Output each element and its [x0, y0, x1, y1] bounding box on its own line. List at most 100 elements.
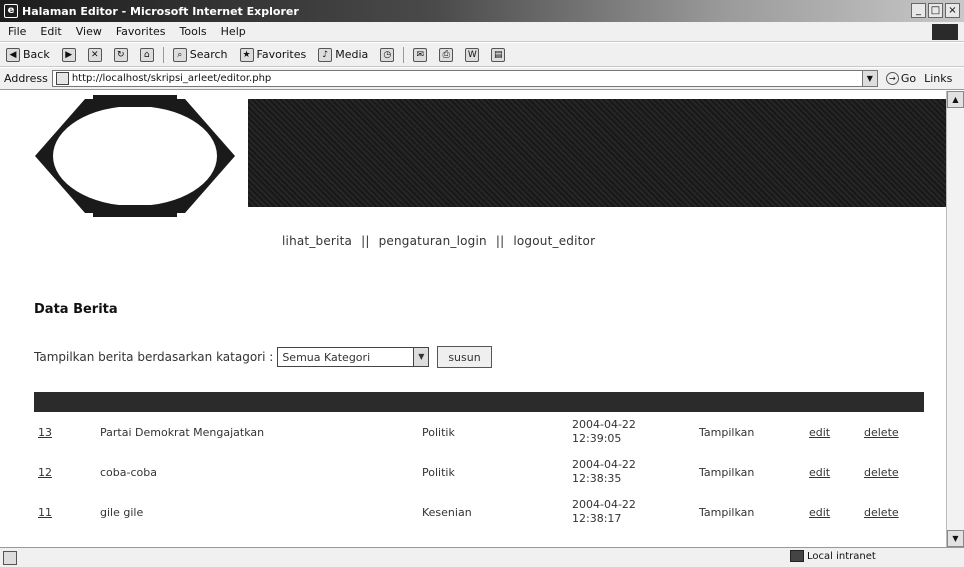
header-banner [248, 99, 946, 207]
discuss-icon: ▤ [491, 47, 506, 62]
delete-link[interactable]: delete [864, 426, 899, 439]
tanggal-time: 12:39:05 [572, 432, 622, 445]
intranet-icon [790, 550, 804, 562]
cell-judul: gile gile [100, 505, 144, 519]
scroll-up-icon[interactable]: ▲ [947, 91, 964, 108]
minimize-button[interactable]: _ [911, 3, 926, 18]
back-arrow-icon: ◀ [6, 47, 20, 62]
menu-file[interactable]: File [0, 25, 33, 38]
category-select-value: Semua Kategori [282, 350, 371, 364]
home-button[interactable]: ⌂ [134, 47, 160, 62]
mail-button[interactable]: ✉ [407, 47, 433, 62]
cell-status: Tampilkan [699, 505, 755, 519]
id-link[interactable]: 12 [38, 466, 52, 479]
table-header-row [34, 392, 924, 412]
cell-tanggal: 2004-04-22 12:38:35 [568, 452, 695, 492]
refresh-button[interactable]: ↻ [108, 47, 134, 62]
id-link[interactable]: 13 [38, 426, 52, 439]
cell-status: Tampilkan [699, 465, 755, 479]
cell-tanggal: 2004-04-22 12:39:05 [568, 412, 695, 452]
favorites-label: Favorites [256, 48, 307, 61]
favorites-button[interactable]: ★ Favorites [234, 47, 313, 62]
cell-delete: delete [860, 492, 924, 532]
nav-separator: || [495, 234, 505, 248]
top-navigation: lihat_berita || pengaturan_login || logo… [282, 234, 595, 248]
cell-edit: edit [805, 412, 860, 452]
delete-link[interactable]: delete [864, 506, 899, 519]
close-button[interactable]: × [945, 3, 960, 18]
discuss-button[interactable]: ▤ [485, 47, 511, 62]
site-logo [35, 95, 235, 217]
category-select[interactable]: Semua Kategori ▼ [277, 347, 430, 367]
menu-edit[interactable]: Edit [33, 25, 68, 38]
ie-icon: e [4, 4, 18, 18]
back-button[interactable]: ◀ Back [0, 47, 56, 62]
category-filter: Tampilkan berita berdasarkan katagori : … [34, 346, 492, 368]
media-icon: ♪ [318, 47, 333, 62]
mail-icon: ✉ [413, 47, 428, 62]
history-button[interactable]: ◷ [374, 47, 400, 62]
stop-icon: ✕ [87, 47, 102, 62]
table-header-cell [418, 392, 568, 412]
menu-favorites[interactable]: Favorites [109, 25, 173, 38]
edit-page-button[interactable]: W [459, 47, 485, 62]
table-row: 13 Partai Demokrat Mengajatkan Politik 2… [34, 412, 924, 452]
table-header-cell [34, 392, 96, 412]
go-button[interactable]: → Go [885, 72, 916, 85]
print-icon: ⎙ [439, 47, 454, 62]
susun-button[interactable]: susun [437, 346, 492, 368]
logo-top-bar [93, 95, 177, 107]
media-label: Media [335, 48, 369, 61]
cell-judul: coba-coba [100, 465, 157, 479]
edit-link[interactable]: edit [809, 506, 830, 519]
edit-link[interactable]: edit [809, 426, 830, 439]
cell-id: 11 [34, 492, 96, 532]
links-button[interactable]: Links [924, 72, 952, 85]
maximize-button[interactable]: □ [928, 3, 943, 18]
table-header-cell [96, 392, 418, 412]
nav-lihat-berita[interactable]: lihat_berita [282, 234, 352, 248]
page-title: Data Berita [34, 302, 118, 317]
chevron-down-icon: ▼ [413, 348, 429, 366]
tanggal-time: 12:38:35 [572, 472, 622, 485]
nav-pengaturan-login[interactable]: pengaturan_login [379, 234, 487, 248]
menu-view[interactable]: View [69, 25, 109, 38]
nav-logout-editor[interactable]: logout_editor [513, 234, 595, 248]
standard-toolbar: ◀ Back ▶ ✕ ↻ ⌂ ⌕ Search ★ Favorites ♪ Me… [0, 43, 964, 67]
media-button[interactable]: ♪ Media [312, 47, 374, 62]
logo-center-ellipse [53, 106, 217, 206]
cell-status: Tampilkan [699, 425, 755, 439]
cell-id: 13 [34, 412, 96, 452]
cell-edit: edit [805, 452, 860, 492]
filter-label: Tampilkan berita berdasarkan katagori : [34, 350, 274, 364]
table-row: 11 gile gile Kesenian 2004-04-22 12:38:1… [34, 492, 924, 532]
address-input[interactable]: http://localhost/skripsi_arleet/editor.p… [51, 70, 878, 87]
search-button[interactable]: ⌕ Search [167, 47, 234, 62]
edit-page-icon: W [465, 47, 480, 62]
scroll-down-icon[interactable]: ▼ [947, 530, 964, 547]
edit-link[interactable]: edit [809, 466, 830, 479]
search-icon: ⌕ [172, 47, 187, 62]
id-link[interactable]: 11 [38, 506, 52, 519]
windows-logo-icon [932, 24, 958, 40]
cell-id: 12 [34, 452, 96, 492]
address-label: Address [4, 72, 48, 85]
stop-button[interactable]: ✕ [82, 47, 108, 62]
forward-button[interactable]: ▶ [56, 47, 82, 62]
tanggal-date: 2004-04-22 [572, 458, 636, 471]
print-button[interactable]: ⎙ [433, 47, 459, 62]
vertical-scrollbar[interactable]: ▲ ▼ [946, 91, 964, 547]
menu-tools[interactable]: Tools [173, 25, 214, 38]
page-status-icon [3, 550, 17, 565]
tanggal-date: 2004-04-22 [572, 498, 636, 511]
delete-link[interactable]: delete [864, 466, 899, 479]
page-content: lihat_berita || pengaturan_login || logo… [0, 91, 946, 547]
logo-bottom-bar [93, 205, 177, 217]
address-dropdown-icon[interactable]: ▼ [861, 71, 877, 86]
cell-judul: Partai Demokrat Mengajatkan [100, 425, 265, 439]
menu-help[interactable]: Help [214, 25, 253, 38]
forward-arrow-icon: ▶ [61, 47, 76, 62]
search-label: Search [189, 48, 228, 61]
nav-separator: || [361, 234, 370, 248]
cell-tanggal: 2004-04-22 12:38:17 [568, 492, 695, 532]
